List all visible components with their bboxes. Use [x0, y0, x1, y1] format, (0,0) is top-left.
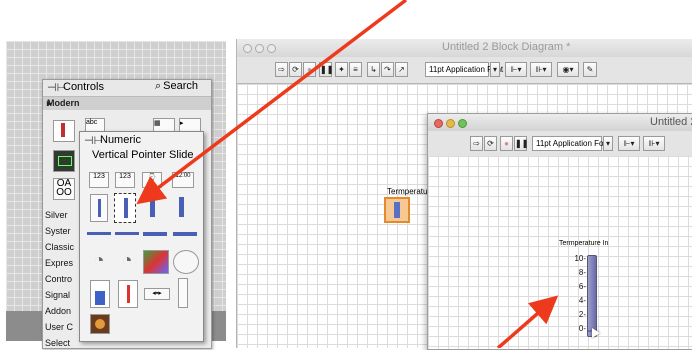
distribute-objects-icon[interactable]: ⊪▾ — [530, 62, 552, 77]
palette-category-system[interactable]: Syster — [45, 226, 81, 238]
slide-tick-label: 6- — [578, 282, 586, 291]
palette-category-select[interactable]: Select — [45, 338, 81, 350]
controls-palette-header: ⊣⊢ Controls ⌕ Search — [43, 80, 211, 97]
slide-tick-label: 4- — [578, 296, 586, 305]
numeric-palette-title: Numeric — [100, 134, 141, 146]
vertical-fill-slide-icon[interactable] — [90, 194, 108, 222]
pause-icon[interactable]: ❚❚ — [319, 62, 333, 77]
zoom-window-icon[interactable] — [458, 119, 467, 128]
front-panel-titlebar: Untitled 2 — [428, 114, 692, 132]
palette-category-classic[interactable]: Classic — [45, 242, 81, 254]
graph-category-icon[interactable] — [53, 150, 75, 172]
numeric-control-icon[interactable]: 123 — [89, 172, 109, 188]
slide-tick-label: 10- — [574, 254, 586, 263]
front-panel-canvas[interactable] — [428, 156, 692, 349]
slide-tick-label: 8- — [578, 268, 586, 277]
palette-category-addon[interactable]: Addon — [45, 306, 81, 318]
search-label: Search — [163, 80, 199, 92]
scrollbar-icon[interactable]: ◂▪▸ — [144, 288, 170, 300]
slide-tick-label: 2- — [578, 310, 586, 319]
horizontal-graduated-bar-icon[interactable] — [173, 229, 197, 239]
align-objects-icon[interactable]: ⊩▾ — [618, 136, 640, 151]
run-arrow-icon[interactable]: ⇨ — [470, 136, 483, 151]
block-diagram-title: Untitled 2 Block Diagram * — [442, 41, 571, 53]
front-panel-toolbar: ⇨ ⟳ ● ❚❚ 11pt Application Font ▾ ⊩▾ ⊪▾ — [428, 131, 692, 157]
slide-track[interactable] — [587, 255, 597, 337]
palette-category-modern[interactable]: Modern ▸ — [43, 97, 211, 110]
slide-terminal[interactable] — [384, 197, 410, 223]
controls-palette-title: Controls — [63, 81, 104, 93]
highlight-execution-icon[interactable]: ✦ — [335, 62, 348, 77]
front-panel-title: Untitled 2 — [650, 116, 692, 128]
distribute-objects-icon[interactable]: ⊪▾ — [643, 136, 665, 151]
slide-tick-label: 0- — [578, 324, 586, 333]
font-dropdown-arrow-icon[interactable]: ▾ — [603, 136, 613, 151]
terminal-label: Termperatu — [387, 187, 428, 196]
front-panel-window[interactable]: Untitled 2 ⇨ ⟳ ● ❚❚ 11pt Application Fon… — [427, 113, 692, 350]
reorder-icon[interactable]: ◉▾ — [557, 62, 579, 77]
vertical-progress-bar-icon[interactable] — [144, 194, 160, 220]
timestamp-control-icon[interactable]: ⌚ — [142, 172, 162, 188]
run-continuous-icon[interactable]: ⟳ — [484, 136, 497, 151]
slide-terminal-icon — [394, 202, 400, 218]
slide-pointer[interactable] — [592, 328, 600, 338]
dial-icon[interactable]: ◔ — [115, 250, 139, 272]
text-settings-dropdown[interactable]: 11pt Application Font — [532, 136, 610, 151]
slide-label: Termperature In — [559, 240, 609, 247]
color-box-icon[interactable] — [143, 250, 169, 274]
search-icon: ⌕ — [155, 80, 162, 92]
step-out-icon[interactable]: ↗ — [395, 62, 408, 77]
framed-color-box-icon[interactable] — [90, 314, 110, 334]
step-over-icon[interactable]: ↷ — [381, 62, 394, 77]
retain-wire-values-icon[interactable]: ≡ — [349, 62, 362, 77]
numeric-palette[interactable]: ⊣⊢ Numeric Vertical Pointer Slide 123 12… — [79, 131, 204, 342]
run-arrow-icon[interactable]: ⇨ — [275, 62, 288, 77]
vertical-graduated-bar-icon[interactable] — [173, 194, 189, 220]
run-continuous-icon[interactable]: ⟳ — [289, 62, 302, 77]
palette-category-control[interactable]: Contro — [45, 274, 81, 286]
knob-icon[interactable]: ◔ — [87, 250, 111, 272]
step-into-icon[interactable]: ↳ — [367, 62, 380, 77]
zoom-window-icon[interactable] — [267, 44, 276, 53]
string-category-icon[interactable]: OA OO — [53, 178, 75, 200]
block-diagram-toolbar: ⇨ ⟳ ● ❚❚ ✦ ≡ ↳ ↷ ↗ 11pt Application Font… — [237, 57, 692, 84]
text-settings-dropdown[interactable]: 11pt Application Font — [425, 62, 503, 77]
palette-category-silver[interactable]: Silver — [45, 210, 81, 222]
thermometer-icon[interactable] — [118, 280, 138, 308]
abort-icon[interactable]: ● — [500, 136, 513, 151]
minimize-window-icon[interactable] — [255, 44, 264, 53]
search-button[interactable]: ⌕ Search — [155, 80, 198, 93]
tank-icon[interactable] — [90, 280, 110, 308]
palette-category-express[interactable]: Expres — [45, 258, 81, 270]
font-ring-label: 11pt Application Font — [536, 139, 611, 148]
palette-category-signal[interactable]: Signal — [45, 290, 81, 302]
font-dropdown-arrow-icon[interactable]: ▾ — [490, 62, 500, 77]
close-window-icon[interactable] — [243, 44, 252, 53]
disclosure-arrow-icon: ▸ — [47, 98, 52, 108]
minimize-window-icon[interactable] — [446, 119, 455, 128]
vertical-scrollbar-icon[interactable] — [178, 278, 188, 308]
horizontal-progress-bar-icon[interactable] — [143, 229, 167, 239]
horizontal-pointer-slide-icon[interactable] — [115, 228, 139, 240]
abort-icon[interactable]: ● — [303, 62, 316, 77]
cleanup-diagram-icon[interactable]: ✎ — [583, 62, 597, 77]
palette-category-user[interactable]: User C — [45, 322, 81, 334]
timestamp-indicator-icon[interactable]: 12:00 — [172, 172, 194, 188]
align-objects-icon[interactable]: ⊩▾ — [505, 62, 527, 77]
gauge-icon[interactable] — [173, 250, 199, 274]
close-window-icon[interactable] — [434, 119, 443, 128]
numeric-category-icon[interactable] — [53, 120, 75, 142]
numeric-indicator-icon[interactable]: 123 — [115, 172, 135, 188]
pause-icon[interactable]: ❚❚ — [514, 136, 528, 151]
horizontal-fill-slide-icon[interactable] — [87, 228, 111, 240]
control-tooltip: Vertical Pointer Slide — [92, 149, 194, 161]
block-diagram-titlebar: Untitled 2 Block Diagram * — [237, 39, 692, 58]
vertical-pointer-slide-icon[interactable] — [114, 193, 136, 223]
